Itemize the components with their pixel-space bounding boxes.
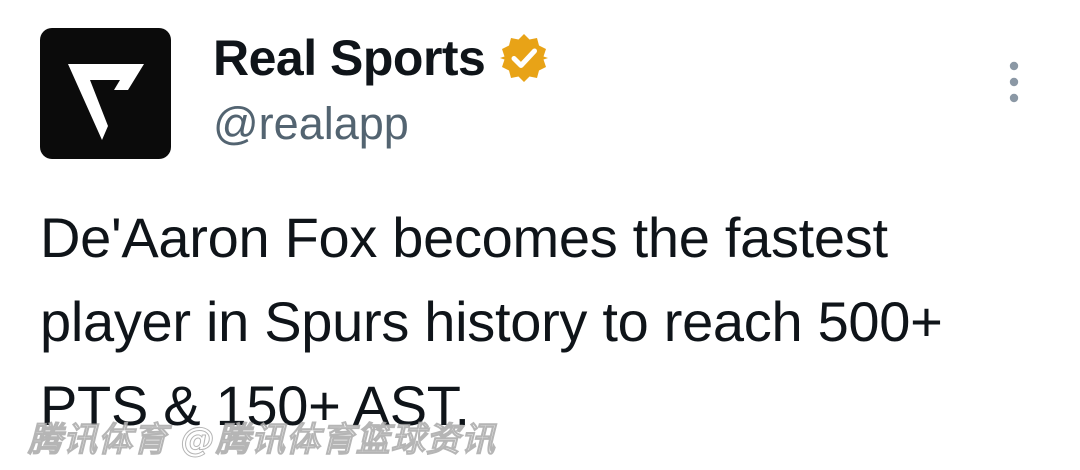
more-options-button[interactable] xyxy=(996,58,1032,108)
real-sports-logo-icon xyxy=(68,64,144,140)
tweet-text: De'Aaron Fox becomes the fastest player … xyxy=(40,206,958,437)
more-vertical-icon xyxy=(1009,61,1019,103)
watermark: 腾讯体育 @腾讯体育篮球资讯 xyxy=(28,420,496,461)
verified-badge-icon xyxy=(497,31,551,85)
tweet-card: Real Sports @realapp De'Aaron Fox become… xyxy=(0,0,1080,470)
account-handle[interactable]: @realapp xyxy=(213,96,409,152)
avatar[interactable] xyxy=(40,28,171,159)
display-name-row: Real Sports xyxy=(213,28,551,88)
display-name[interactable]: Real Sports xyxy=(213,28,486,88)
